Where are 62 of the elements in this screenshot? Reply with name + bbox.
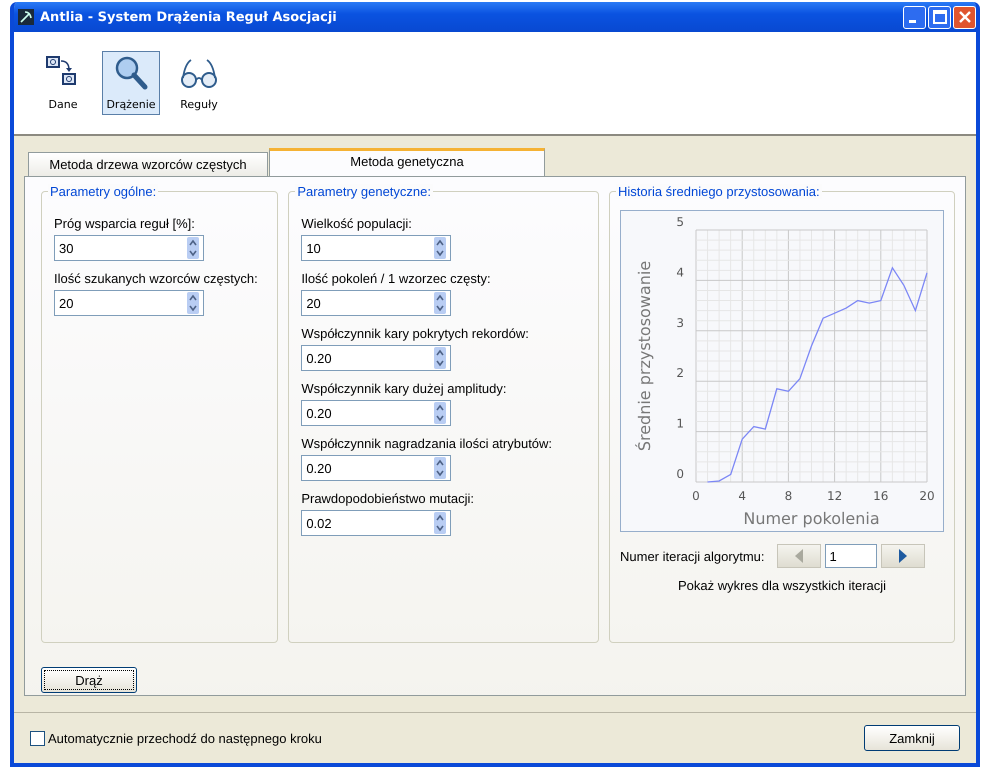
number-field[interactable]: 20 bbox=[54, 290, 204, 316]
group-title: Historia średniego przystosowania: bbox=[616, 184, 822, 199]
x-tick-label: 8 bbox=[784, 489, 792, 503]
x-axis-label: Numer pokolenia bbox=[743, 509, 880, 528]
spin-arrows-icon[interactable] bbox=[434, 292, 446, 314]
right-triangle-icon bbox=[898, 549, 908, 563]
checkbox[interactable] bbox=[30, 730, 45, 746]
show-all-link[interactable]: Pokaż wykres dla wszystkich iteracji bbox=[678, 578, 886, 593]
field-label: Współczynnik kary dużej amplitudy: bbox=[301, 381, 508, 396]
number-field[interactable]: 0.02 bbox=[301, 510, 452, 536]
field-label: Współczynnik kary pokrytych rekordów: bbox=[301, 326, 530, 341]
field-label: Próg wsparcia reguł [%]: bbox=[54, 216, 196, 231]
toolbar-button[interactable]: Drążenie bbox=[102, 51, 160, 115]
pickaxe-icon bbox=[18, 9, 34, 25]
y-tick-label: 1 bbox=[676, 416, 684, 431]
number-field[interactable]: 0.20 bbox=[301, 455, 452, 481]
number-field[interactable]: 0.20 bbox=[301, 400, 452, 426]
number-field[interactable]: 0.20 bbox=[301, 345, 452, 371]
x-tick-label: 12 bbox=[826, 489, 842, 503]
toolbar-button[interactable]: Reguły bbox=[170, 51, 228, 115]
toolbar-button[interactable]: Dane bbox=[34, 51, 92, 115]
x-tick-label: 4 bbox=[738, 489, 746, 503]
group-title: Parametry ogólne: bbox=[48, 184, 158, 199]
y-tick-label: 3 bbox=[676, 316, 684, 330]
field-label: Wielkość populacji: bbox=[301, 216, 413, 231]
y-axis-label: Średnie przystosowanie bbox=[635, 260, 654, 452]
iteration-label: Numer iteracji algorytmu: bbox=[620, 548, 764, 564]
left-triangle-icon bbox=[794, 549, 804, 563]
spin-arrows-icon[interactable] bbox=[434, 237, 446, 259]
run-button[interactable]: Drąż bbox=[41, 667, 137, 693]
window-title: Antlia - System Drążenia Reguł Asocjacji bbox=[40, 10, 338, 24]
minimize-icon bbox=[909, 20, 916, 22]
field-label: Ilość pokoleń / 1 wzorzec częsty: bbox=[301, 271, 492, 286]
y-tick-label: 2 bbox=[676, 366, 684, 380]
y-tick-label: 4 bbox=[676, 265, 684, 280]
maximize-button[interactable] bbox=[928, 6, 951, 28]
y-tick-label: 0 bbox=[676, 467, 684, 481]
x-tick-label: 16 bbox=[873, 489, 888, 503]
spin-arrows-icon[interactable] bbox=[434, 347, 446, 369]
minimize-button[interactable] bbox=[903, 6, 926, 28]
iteration-field[interactable]: 1 bbox=[824, 544, 876, 568]
field-label: Ilość szukanych wzorców częstych: bbox=[54, 271, 259, 286]
spin-arrows-icon[interactable] bbox=[434, 402, 446, 424]
field-label: Prawdopodobieństwo mutacji: bbox=[301, 491, 476, 506]
x-tick-label: 20 bbox=[919, 489, 935, 503]
close-button[interactable] bbox=[953, 6, 976, 28]
field-label: Współczynnik nagradzania ilości atrybutów: bbox=[301, 436, 554, 451]
number-field[interactable]: 10 bbox=[301, 235, 452, 261]
checkbox-label: Automatycznie przechodź do następnego kroku bbox=[48, 730, 322, 746]
next-button[interactable] bbox=[880, 544, 924, 568]
group-title: Parametry genetyczne: bbox=[295, 184, 433, 199]
spin-arrows-icon[interactable] bbox=[434, 457, 446, 479]
spin-arrows-icon[interactable] bbox=[434, 512, 446, 534]
number-field[interactable]: 20 bbox=[301, 290, 452, 316]
number-field[interactable]: 30 bbox=[54, 235, 204, 261]
close-window-button[interactable]: Zamknij bbox=[864, 725, 960, 751]
spin-arrows-icon[interactable] bbox=[187, 292, 199, 314]
tab[interactable]: Metoda genetyczna bbox=[269, 148, 545, 176]
spin-arrows-icon[interactable] bbox=[187, 237, 199, 259]
y-tick-label: 5 bbox=[676, 215, 684, 229]
x-tick-label: 0 bbox=[692, 489, 700, 503]
tab[interactable]: Metoda drzewa wzorców częstych bbox=[28, 152, 268, 176]
